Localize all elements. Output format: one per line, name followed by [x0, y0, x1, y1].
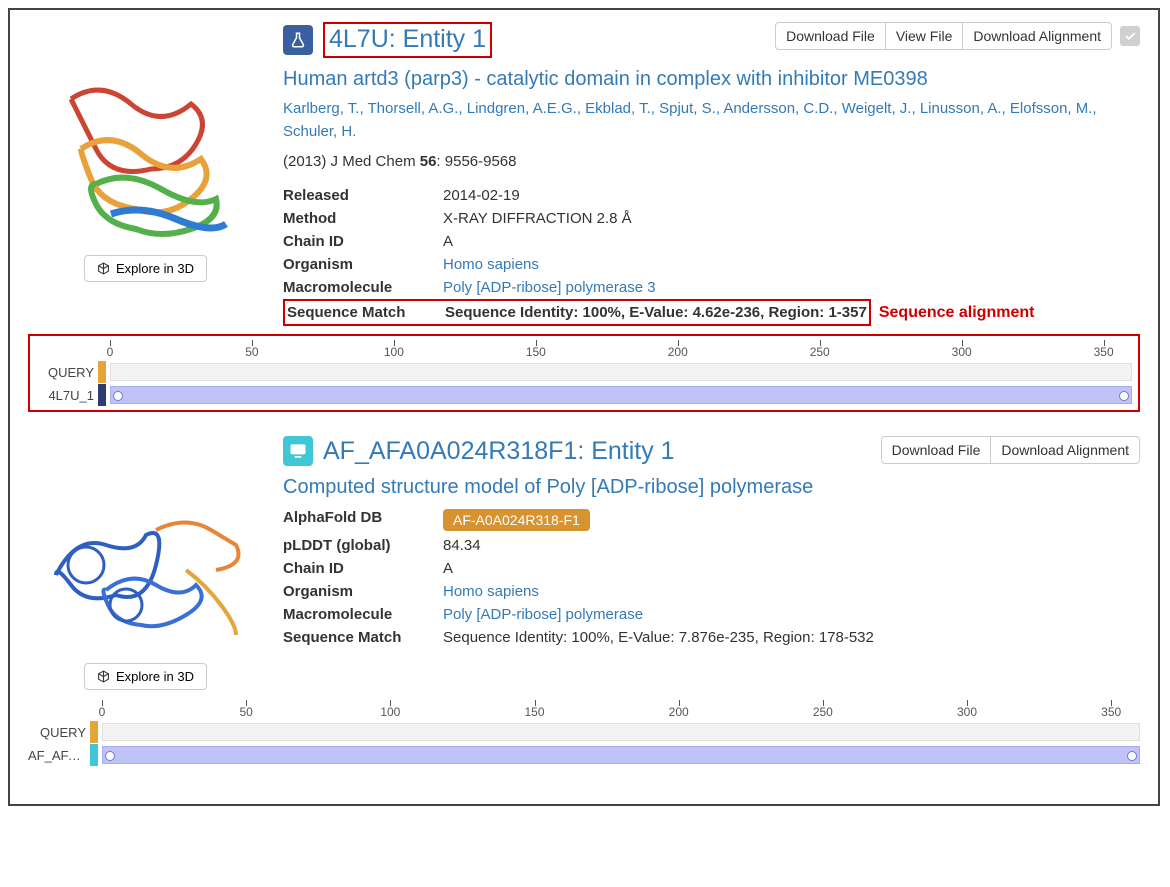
entry-subtitle[interactable]: Human artd3 (parp3) - catalytic domain i… — [283, 66, 1140, 92]
explore-3d-button[interactable]: Explore in 3D — [84, 663, 207, 690]
alphafold-badge[interactable]: AF-A0A024R318-F1 — [443, 509, 590, 531]
info-label: Macromolecule — [283, 276, 443, 299]
info-label: Released — [283, 184, 443, 207]
download-alignment-button[interactable]: Download Alignment — [963, 22, 1112, 50]
subject-label: 4L7U_1 — [36, 388, 98, 403]
info-label: Organism — [283, 580, 443, 603]
author-link[interactable]: Lindgren, A.E.G. — [467, 100, 577, 117]
author-link[interactable]: Elofsson, M. — [1010, 100, 1093, 117]
info-table: AlphaFold DBAF-A0A024R318-F1pLDDT (globa… — [283, 506, 1140, 649]
structure-thumbnail[interactable] — [36, 64, 256, 249]
annotation-label: Sequence alignment — [879, 304, 1035, 322]
flask-icon — [283, 25, 313, 55]
author-link[interactable]: Thorsell, A.G. — [368, 100, 459, 117]
search-result-entry: 4L7U: Entity 1 Download FileView FileDown… — [28, 22, 1140, 412]
explore-3d-button[interactable]: Explore in 3D — [84, 255, 207, 282]
info-label: AlphaFold DB — [283, 506, 443, 534]
subject-track[interactable] — [102, 746, 1140, 764]
info-value: A — [443, 233, 453, 250]
query-color-strip — [98, 361, 106, 383]
info-value: Sequence Identity: 100%, E-Value: 4.62e-… — [445, 304, 867, 321]
info-label: pLDDT (global) — [283, 534, 443, 557]
download-alignment-button[interactable]: Download Alignment — [991, 436, 1140, 464]
author-link[interactable]: Andersson, C.D. — [723, 100, 833, 117]
info-link[interactable]: Poly [ADP-ribose] polymerase — [443, 606, 643, 623]
query-track[interactable] — [110, 363, 1132, 381]
info-value: Sequence Identity: 100%, E-Value: 7.876e… — [443, 629, 874, 646]
subject-color-strip — [90, 744, 98, 766]
select-entry-checkbox[interactable] — [1120, 26, 1140, 46]
info-label: Chain ID — [283, 557, 443, 580]
author-link[interactable]: Ekblad, T. — [585, 100, 651, 117]
view-file-button[interactable]: View File — [886, 22, 964, 50]
search-result-entry: AF_AFA0A024R318F1: Entity 1 Download File… — [28, 436, 1140, 766]
info-label: Organism — [283, 253, 443, 276]
info-table: Released2014-02-19MethodX-RAY DIFFRACTIO… — [283, 184, 1140, 326]
author-link[interactable]: Schuler, H. — [283, 123, 356, 140]
info-value: X-RAY DIFFRACTION 2.8 Å — [443, 210, 632, 227]
download-file-button[interactable]: Download File — [881, 436, 992, 464]
info-value: 2014-02-19 — [443, 187, 520, 204]
alignment-viewer[interactable]: 050100150200250300350QUERYAF_AFA... — [28, 698, 1140, 766]
author-list: Karlberg, T., Thorsell, A.G., Lindgren, … — [283, 98, 1140, 143]
entry-title-link[interactable]: 4L7U: Entity 1 — [329, 25, 486, 53]
info-label: Sequence Match — [283, 626, 443, 649]
author-link[interactable]: Weigelt, J. — [842, 100, 912, 117]
query-label: QUERY — [36, 365, 98, 380]
entry-title-link[interactable]: AF_AFA0A024R318F1: Entity 1 — [323, 436, 675, 466]
info-link[interactable]: Homo sapiens — [443, 583, 539, 600]
info-value: 84.34 — [443, 537, 481, 554]
query-color-strip — [90, 721, 98, 743]
info-link[interactable]: Homo sapiens — [443, 256, 539, 273]
structure-thumbnail[interactable] — [36, 472, 256, 657]
download-file-button[interactable]: Download File — [775, 22, 886, 50]
alignment-viewer[interactable]: 050100150200250300350QUERY4L7U_1 — [28, 334, 1140, 412]
citation-text: (2013) J Med Chem 56: 9556-9568 — [283, 153, 1140, 170]
info-link[interactable]: Poly [ADP-ribose] polymerase 3 — [443, 279, 656, 296]
author-link[interactable]: Spjut, S. — [659, 100, 716, 117]
query-label: QUERY — [28, 725, 90, 740]
author-link[interactable]: Linusson, A. — [920, 100, 1002, 117]
subject-color-strip — [98, 384, 106, 406]
subject-track[interactable] — [110, 386, 1132, 404]
query-track[interactable] — [102, 723, 1140, 741]
info-value: A — [443, 560, 453, 577]
entry-subtitle[interactable]: Computed structure model of Poly [ADP-ri… — [283, 474, 1140, 500]
info-label: Method — [283, 207, 443, 230]
info-label: Chain ID — [283, 230, 443, 253]
subject-label: AF_AFA... — [28, 748, 90, 763]
info-label: Macromolecule — [283, 603, 443, 626]
author-link[interactable]: Karlberg, T. — [283, 100, 359, 117]
monitor-icon — [283, 436, 313, 466]
